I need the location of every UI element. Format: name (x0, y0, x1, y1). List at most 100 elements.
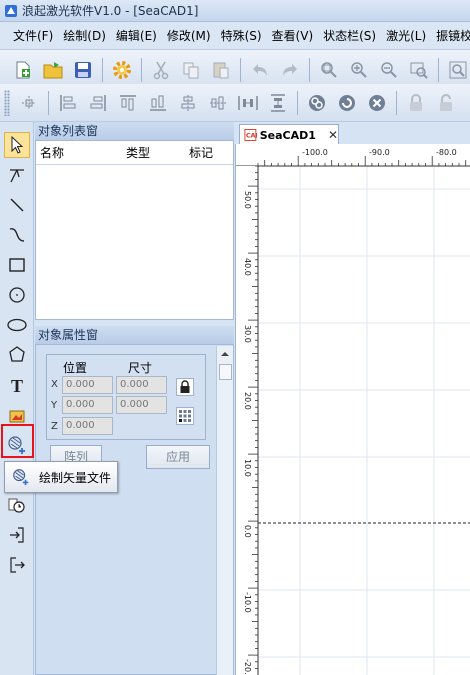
toolbar-grip[interactable] (4, 89, 10, 116)
v-ruler-label: 0.0 (243, 525, 252, 538)
toolbar-separator (48, 90, 49, 115)
scroll-thumb[interactable] (219, 364, 232, 380)
object-list[interactable]: 名称 类型 标记 (35, 140, 234, 320)
x-position-field[interactable]: 0.000 (62, 376, 113, 394)
menu-draw[interactable]: 绘制(D) (58, 27, 111, 44)
new-file-icon[interactable] (10, 57, 36, 83)
toolbar-separator (102, 57, 103, 82)
apply-button[interactable]: 应用 (146, 445, 210, 469)
circle-icon[interactable] (4, 282, 30, 308)
title-bar: 浪起激光软件V1.0 - [SeaCAD1] (0, 0, 470, 22)
close-tab-icon[interactable]: ✕ (328, 128, 338, 142)
object-list-title: 对象列表窗 (35, 122, 234, 140)
menu-galvo-calibrate[interactable]: 振镜校 (431, 27, 470, 44)
v-ruler-label: 30.0 (243, 325, 252, 343)
toolbar-separator (240, 57, 241, 82)
h-ruler-label: -100.0 (302, 148, 328, 157)
menu-special[interactable]: 特殊(S) (216, 27, 267, 44)
zoom-fit-icon[interactable] (316, 57, 342, 83)
select-arrow-icon[interactable] (4, 132, 30, 158)
text-icon[interactable]: T (4, 372, 30, 398)
toolbar-separator (309, 57, 310, 82)
scroll-up-icon[interactable] (217, 346, 233, 362)
canvas-svg: -100.0 -90.0 -80.0 50.0 40.0 30.0 20.0 10.0 0.0… (236, 144, 470, 675)
zoom-out-icon[interactable] (376, 57, 402, 83)
toolbar-separator (396, 90, 397, 115)
line-icon[interactable] (4, 192, 30, 218)
axis-y-label: Y (51, 400, 58, 411)
center-align-icon[interactable] (16, 90, 42, 116)
distribute-h-icon[interactable] (235, 90, 261, 116)
object-list-header: 名称 类型 标记 (36, 141, 233, 165)
input-icon[interactable] (4, 522, 30, 548)
undo-icon[interactable] (247, 57, 273, 83)
anchor-grid-icon[interactable] (176, 407, 194, 425)
ungroup-icon[interactable] (334, 90, 360, 116)
toolbar-separator (141, 57, 142, 82)
width-field[interactable]: 0.000 (116, 376, 167, 394)
zoom-window-icon[interactable] (406, 57, 432, 83)
document-tab-label: SeaCAD1 (259, 128, 316, 142)
props-scrollbar[interactable] (216, 346, 233, 675)
timer-icon[interactable] (4, 492, 30, 518)
output-icon[interactable] (4, 552, 30, 578)
align-vcenter-icon[interactable] (205, 90, 231, 116)
document-tab[interactable]: CAD SeaCAD1 ✕ (239, 124, 339, 145)
v-ruler-label: -20.0 (243, 659, 252, 675)
document-icon: CAD (244, 129, 257, 141)
lock-ratio-icon[interactable] (176, 378, 194, 396)
align-bottom-icon[interactable] (145, 90, 171, 116)
align-left-icon[interactable] (55, 90, 81, 116)
column-type[interactable]: 类型 (104, 144, 172, 161)
cut-icon[interactable] (148, 57, 174, 83)
svg-text:CAD: CAD (246, 132, 257, 140)
object-props-title: 对象属性窗 (35, 326, 234, 344)
save-icon[interactable] (70, 57, 96, 83)
rectangle-icon[interactable] (4, 252, 30, 278)
menu-bar: 文件(F) 绘制(D) 编辑(E) 修改(M) 特殊(S) 查看(V) 状态栏(… (0, 22, 470, 50)
position-label: 位置 (63, 361, 88, 375)
v-ruler-label: 50.0 (243, 191, 252, 209)
group-icon[interactable] (304, 90, 330, 116)
menu-file[interactable]: 文件(F) (8, 27, 58, 44)
column-mark[interactable]: 标记 (172, 144, 230, 161)
settings-gear-icon[interactable] (109, 57, 135, 83)
z-position-field[interactable]: 0.000 (62, 417, 113, 435)
v-ruler-label: 40.0 (243, 258, 252, 276)
zoom-in-icon[interactable] (346, 57, 372, 83)
point-icon[interactable] (4, 162, 30, 188)
delete-icon[interactable] (364, 90, 390, 116)
align-right-icon[interactable] (85, 90, 111, 116)
v-ruler-label: 20.0 (243, 392, 252, 410)
curve-icon[interactable] (4, 222, 30, 248)
v-ruler-label: -10.0 (243, 592, 252, 613)
h-ruler-label: -80.0 (436, 148, 457, 157)
lock-icon[interactable] (403, 90, 429, 116)
y-position-field[interactable]: 0.000 (62, 396, 113, 414)
menu-modify[interactable]: 修改(M) (162, 27, 216, 44)
column-name[interactable]: 名称 (36, 144, 104, 161)
copy-icon[interactable] (178, 57, 204, 83)
unlock-icon[interactable] (433, 90, 459, 116)
align-hcenter-icon[interactable] (175, 90, 201, 116)
menu-edit[interactable]: 编辑(E) (111, 27, 162, 44)
menu-statusbar[interactable]: 状态栏(S) (318, 27, 381, 44)
paste-icon[interactable] (208, 57, 234, 83)
v-ruler-label: 10.0 (243, 459, 252, 477)
drawing-canvas[interactable]: -100.0 -90.0 -80.0 50.0 40.0 30.0 20.0 10.0 0.0… (235, 144, 470, 675)
object-props-panel: 位置 尺寸 X Y Z 0.000 0.000 0.000 0.000 0.00… (35, 344, 234, 675)
svg-text:T: T (11, 376, 23, 395)
height-field[interactable]: 0.000 (116, 396, 167, 414)
menu-view[interactable]: 查看(V) (267, 27, 319, 44)
distribute-v-icon[interactable] (265, 90, 291, 116)
redo-icon[interactable] (277, 57, 303, 83)
vector-file-icon (13, 469, 29, 486)
vertical-ruler: 50.0 40.0 30.0 20.0 10.0 0.0 -10.0 -20.0 (236, 165, 259, 675)
polygon-icon[interactable] (4, 342, 30, 368)
ellipse-icon[interactable] (4, 312, 30, 338)
open-folder-icon[interactable] (40, 57, 66, 83)
horizontal-ruler: -100.0 -90.0 -80.0 (236, 144, 470, 167)
align-top-icon[interactable] (115, 90, 141, 116)
menu-laser[interactable]: 激光(L) (381, 27, 431, 44)
zoom-all-icon[interactable] (445, 57, 470, 83)
